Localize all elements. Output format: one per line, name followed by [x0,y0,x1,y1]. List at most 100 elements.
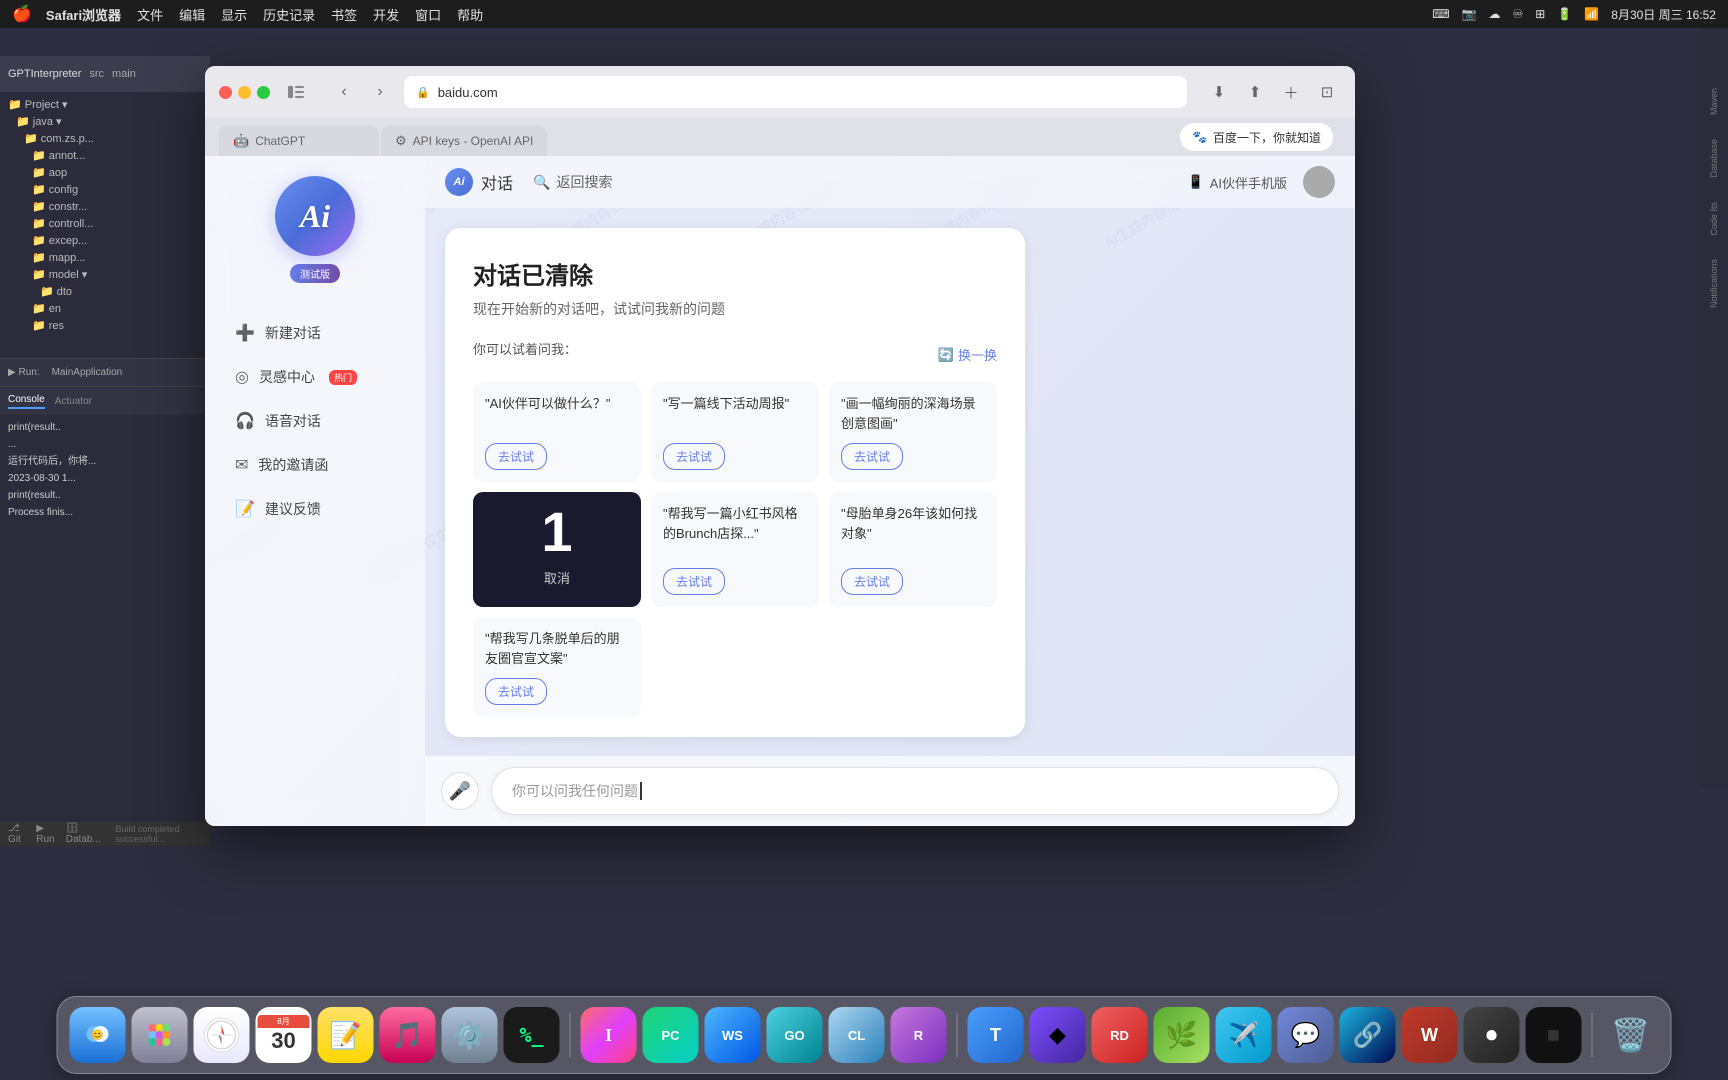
dock-terminal[interactable]: %_ [504,1007,560,1063]
menu-invite[interactable]: ✉ 我的邀请函 [221,445,409,485]
tree-aop[interactable]: 📁 aop [0,164,210,181]
dock-obsidian[interactable]: ◆ [1030,1007,1086,1063]
try-btn-2[interactable]: 去试试 [663,443,725,470]
actuator-tab[interactable]: Actuator [55,396,92,407]
minimize-button[interactable] [238,86,251,99]
dock-pycharm[interactable]: PC [643,1007,699,1063]
dock-rdp[interactable]: RD [1092,1007,1148,1063]
try-btn-1[interactable]: 去试试 [485,443,547,470]
tree-except[interactable]: 📁 excep... [0,232,210,249]
tree-model[interactable]: 📁 model ▾ [0,266,210,283]
menubar-right: ⌨ 📷 ☁ ♾ ⊞ 🔋 📶 8月30日 周三 16:52 [1432,6,1716,23]
ide-tab-src[interactable]: src [89,68,104,80]
dock-leaf-app[interactable]: 🌿 [1154,1007,1210,1063]
sidebar-toggle[interactable] [280,78,312,106]
mobile-btn[interactable]: 📱 AI伙伴手机版 [1188,173,1287,192]
maximize-button[interactable] [257,86,270,99]
menu-edit[interactable]: 编辑 [179,5,205,24]
baidu-button[interactable]: 🐾 百度一下，你就知道 [1180,123,1333,151]
tree-mapper[interactable]: 📁 mapp... [0,249,210,266]
share-icon[interactable]: ⬆ [1241,78,1269,106]
baidu-btn-area: 🐾 百度一下，你就知道 [1172,118,1341,156]
dock-safari[interactable] [194,1007,250,1063]
new-tab-icon[interactable]: ＋ [1277,78,1305,106]
tab-chatgpt[interactable]: 🤖 ChatGPT [219,126,379,156]
tree-constr[interactable]: 📁 constr... [0,198,210,215]
dock-focus[interactable]: 🔗 [1340,1007,1396,1063]
ai-badge: 测试版 [290,264,340,283]
try-btn-3[interactable]: 去试试 [841,443,903,470]
suggestion-card-2[interactable]: "写一篇线下活动周报" 去试试 [651,382,819,482]
suggestion-card-featured[interactable]: 1 取消 [473,492,641,607]
menu-view[interactable]: 显示 [221,5,247,24]
suggestion-text-6: "帮我写几条脱单后的朋友圈官宣文案" [485,629,629,670]
dock-typora[interactable]: T [968,1007,1024,1063]
download-icon[interactable]: ⬇ [1205,78,1233,106]
tree-config[interactable]: 📁 config [0,181,210,198]
tree-project[interactable]: 📁 Project ▾ [0,96,210,113]
tree-controller[interactable]: 📁 controll... [0,215,210,232]
ai-header-logo: Ai 对话 [445,168,513,196]
ai-header-search[interactable]: 🔍 返回搜索 [533,172,612,192]
tabs-icon[interactable]: ⊡ [1313,78,1341,106]
suggestion-card-7[interactable]: "母胎单身26年该如何找对象" 去试试 [829,492,997,607]
apple-menu[interactable]: 🍎 [12,4,32,24]
dock-clion[interactable]: CL [829,1007,885,1063]
suggestion-card-1[interactable]: "AI伙伴可以做什么？" 去试试 [473,382,641,482]
ide-tab-main[interactable]: main [112,68,136,80]
menu-history[interactable]: 历史记录 [263,5,315,24]
menu-help[interactable]: 帮助 [457,5,483,24]
close-button[interactable] [219,86,232,99]
forward-button[interactable]: › [366,78,394,106]
suggestion-card-3[interactable]: "画一幅绚丽的深海场景创意图画" 去试试 [829,382,997,482]
menu-safari[interactable]: Safari浏览器 [46,5,121,24]
address-bar[interactable]: 🔒 baidu.com [404,76,1187,108]
menubar-icon-1: ⌨ [1432,7,1449,21]
tree-annot[interactable]: 📁 annot... [0,147,210,164]
dock-calendar[interactable]: 8月 30 [256,1007,312,1063]
menu-voice-chat[interactable]: 🎧 语音对话 [221,401,409,441]
dock-notes[interactable]: 📝 [318,1007,374,1063]
menu-feedback[interactable]: 📝 建议反馈 [221,489,409,529]
ai-chat-sidebar: Ai 测试版 ➕ 新建对话 ◎ 灵感中心 热门 🎧 [205,156,425,826]
suggestion-card-5[interactable]: "帮我写一篇小红书风格的Brunch店探..." 去试试 [651,492,819,607]
dock-telegram[interactable]: ✈️ [1216,1007,1272,1063]
menu-inspiration[interactable]: ◎ 灵感中心 热门 [221,357,409,397]
try-btn-6[interactable]: 去试试 [485,678,547,705]
try-btn-5[interactable]: 去试试 [663,568,725,595]
dock-black[interactable]: ■ [1526,1007,1582,1063]
dock-launchpad[interactable] [132,1007,188,1063]
dock-syspref[interactable]: ⚙️ [442,1007,498,1063]
try-btn-7[interactable]: 去试试 [841,568,903,595]
tree-dto[interactable]: 📁 dto [0,283,210,300]
console-tab[interactable]: Console [8,394,45,409]
dock-kap[interactable]: ⏺ [1464,1007,1520,1063]
suggestion-card-6[interactable]: "帮我写几条脱单后的朋友圈官宣文案" 去试试 [473,617,641,717]
tree-en[interactable]: 📁 en [0,300,210,317]
menu-dev[interactable]: 开发 [373,5,399,24]
user-avatar[interactable] [1303,166,1335,198]
dock-discord[interactable]: 💬 [1278,1007,1334,1063]
mic-button[interactable]: 🎤 [441,772,479,810]
menu-window[interactable]: 窗口 [415,5,441,24]
dock-music[interactable]: 🎵 [380,1007,436,1063]
tab-api-keys[interactable]: ⚙ API keys - OpenAI API [381,126,547,156]
tree-com[interactable]: 📁 com.zs.p... [0,130,210,147]
menu-new-chat[interactable]: ➕ 新建对话 [221,313,409,353]
back-button[interactable]: ‹ [330,78,358,106]
tree-res[interactable]: 📁 res [0,317,210,334]
chat-input[interactable]: 你可以问我任何问题 [491,767,1339,815]
refresh-button[interactable]: 🔄 换一换 [938,345,997,364]
menu-file[interactable]: 文件 [137,5,163,24]
dock-finder[interactable]: 😊 [70,1007,126,1063]
dock-intellij[interactable]: I [581,1007,637,1063]
dock-rider[interactable]: R [891,1007,947,1063]
dock-trash[interactable]: 🗑️ [1603,1007,1659,1063]
refresh-icon: 🔄 [938,347,954,363]
menu-bookmarks[interactable]: 书签 [331,5,357,24]
dock-wps[interactable]: W [1402,1007,1458,1063]
featured-cancel[interactable]: 取消 [544,568,570,587]
tree-java[interactable]: 📁 java ▾ [0,113,210,130]
dock-webstorm[interactable]: WS [705,1007,761,1063]
dock-goland[interactable]: GO [767,1007,823,1063]
